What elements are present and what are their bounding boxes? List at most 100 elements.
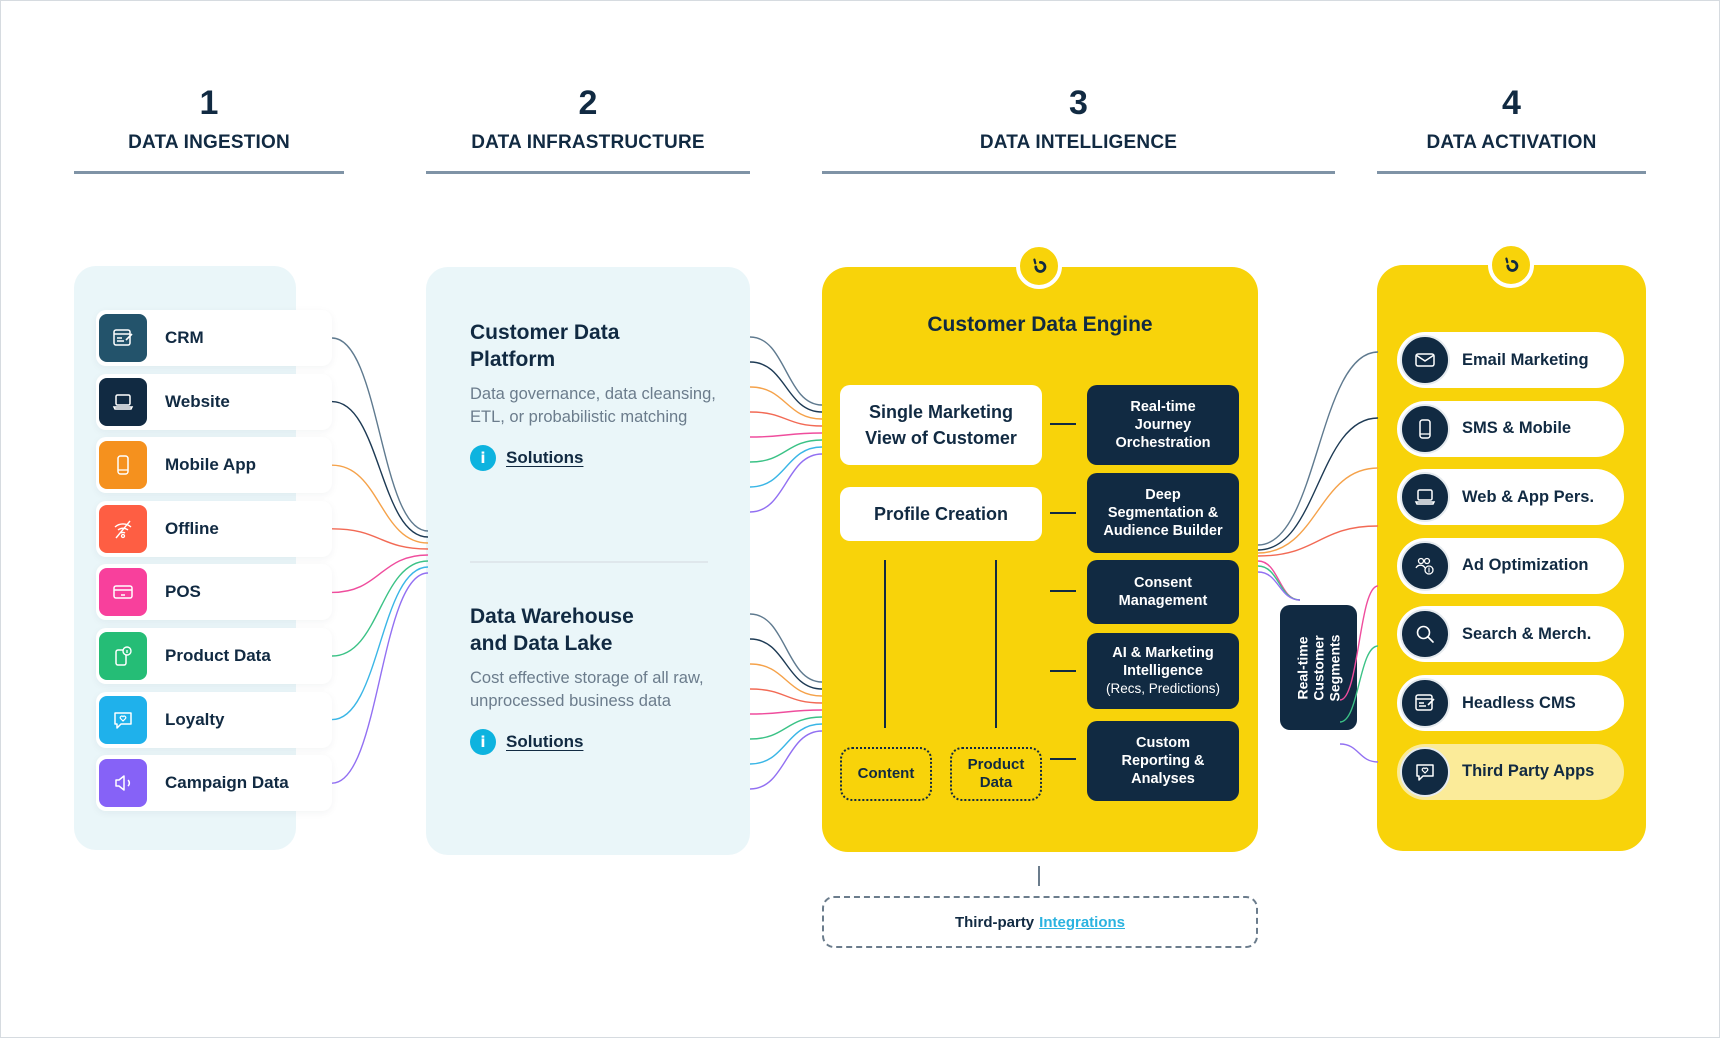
channel-item-third-party-apps[interactable]: Third Party Apps <box>1397 743 1624 800</box>
capability-box: Consent Management <box>1087 560 1239 624</box>
cms-edit-icon <box>1400 678 1450 728</box>
step-title: DATA INFRASTRUCTURE <box>471 132 705 153</box>
capability-line: Reporting & <box>1121 753 1205 769</box>
megaphone-icon <box>99 759 147 808</box>
channel-label: Third Party Apps <box>1462 762 1595 781</box>
profile-creation-box: Profile Creation <box>840 487 1042 541</box>
third-party-label: Third-party <box>954 913 1035 931</box>
box-line: Product <box>967 756 1025 773</box>
segments-line: Segments <box>1326 634 1343 701</box>
header-rule <box>426 171 750 174</box>
source-label: Campaign Data <box>165 773 289 793</box>
warehouse-title-line: Data Warehouse <box>470 605 634 628</box>
source-label: Product Data <box>165 646 271 665</box>
source-item-website[interactable]: Website <box>96 373 332 430</box>
source-item-loyalty[interactable]: Loyalty <box>96 691 332 748</box>
header-rule <box>822 171 1335 174</box>
capability-line: Custom <box>1136 735 1190 751</box>
channel-item-email-marketing[interactable]: Email Marketing <box>1397 332 1624 388</box>
warehouse-solutions-link-row[interactable]: i Solutions <box>470 729 720 755</box>
integrations-link[interactable]: Integrations <box>1039 914 1125 931</box>
capability-line: Intelligence <box>1123 663 1203 679</box>
third-party-integrations-box: Third-party Integrations <box>822 896 1258 948</box>
source-label: Website <box>165 391 230 411</box>
capability-line: Orchestration <box>1115 435 1211 451</box>
cdp-solutions-link[interactable]: Solutions <box>506 448 583 468</box>
brand-badge-logo-icon <box>1016 243 1062 289</box>
capability-box: AI & Marketing Intelligence (Recs, Predict… <box>1087 633 1239 709</box>
content-box: Content <box>840 747 932 801</box>
segments-line: Customer <box>1310 634 1327 701</box>
warehouse-solutions-link[interactable]: Solutions <box>506 732 583 752</box>
capability-line: Analyses <box>1131 771 1195 787</box>
laptop-icon <box>99 377 147 426</box>
warehouse-title-line: and Data Lake <box>470 632 613 655</box>
cdp-solutions-link-row[interactable]: i Solutions <box>470 445 720 471</box>
connector-line <box>1050 758 1076 760</box>
header-rule <box>1377 171 1646 174</box>
source-item-campaign-data[interactable]: Campaign Data <box>96 755 332 812</box>
credit-card-icon <box>99 568 147 617</box>
channel-item-search-merch[interactable]: Search & Merch. <box>1397 606 1624 663</box>
channel-label: SMS & Mobile <box>1462 419 1572 438</box>
step-number: 4 <box>1502 84 1521 122</box>
step-number: 3 <box>1069 84 1088 122</box>
warehouse-block: Data Warehouse and Data Lake Cost effect… <box>470 603 720 755</box>
connector-line <box>1050 512 1076 514</box>
capability-line: Audience Builder <box>1103 523 1223 539</box>
crm-edit-icon <box>99 314 147 362</box>
product-data-box: Product Data <box>950 747 1042 801</box>
product-info-icon <box>99 632 147 680</box>
connector-line <box>995 560 997 728</box>
step-number: 2 <box>578 84 598 122</box>
column-header-intelligence: 3 DATA INTELLIGENCE <box>822 82 1335 174</box>
channel-item-sms-mobile[interactable]: SMS & Mobile <box>1397 400 1624 457</box>
source-item-mobile-app[interactable]: Mobile App <box>96 437 332 494</box>
capability-line: Management <box>1118 593 1208 609</box>
channel-item-ad-optimization[interactable]: Ad Optimization <box>1397 537 1624 594</box>
source-label: POS <box>165 582 201 602</box>
cdp-description: Data governance, data cleansing, ETL, or… <box>470 385 716 426</box>
channel-item-web-app-pers[interactable]: Web & App Pers. <box>1397 469 1624 526</box>
source-item-product-data[interactable]: Product Data <box>96 628 332 684</box>
step-title: DATA ACTIVATION <box>1426 132 1597 153</box>
infrastructure-panel: Customer Data Platform Data governance, … <box>426 267 750 855</box>
capability-line: Deep <box>1145 487 1181 503</box>
info-icon: i <box>470 445 496 471</box>
channel-label: Search & Merch. <box>1462 624 1592 643</box>
users-dollar-icon <box>1400 540 1450 591</box>
source-item-crm[interactable]: CRM <box>96 310 332 366</box>
heart-chat-icon <box>99 695 147 744</box>
step-number: 1 <box>199 84 219 122</box>
segments-label: Real-time Customer Segments <box>1294 634 1342 701</box>
connector-line <box>1050 590 1076 592</box>
column-header-activation: 4 DATA ACTIVATION <box>1377 82 1646 174</box>
capability-subtitle: (Recs, Predictions) <box>1105 681 1221 696</box>
cdp-title-line: Customer Data <box>470 321 620 344</box>
source-item-offline[interactable]: Offline <box>96 500 332 557</box>
mobile-phone-icon <box>99 441 147 490</box>
wifi-off-icon <box>99 504 147 553</box>
channel-item-headless-cms[interactable]: Headless CMS <box>1397 675 1624 731</box>
info-icon: i <box>470 729 496 755</box>
capability-line: Journey <box>1134 417 1192 433</box>
customer-data-engine-panel: Customer Data Engine Single Marketing Vi… <box>822 267 1258 852</box>
header-rule <box>74 171 344 174</box>
capability-line: Real-time <box>1130 399 1196 415</box>
channel-label: Web & App Pers. <box>1462 487 1595 506</box>
capability-line: AI & Marketing <box>1112 645 1214 661</box>
source-item-pos[interactable]: POS <box>96 564 332 621</box>
connector-line <box>1050 670 1076 672</box>
connector-line <box>884 560 886 728</box>
heart-chat-icon <box>1400 746 1450 797</box>
engine-title: Customer Data Engine <box>927 313 1153 336</box>
channel-label: Ad Optimization <box>1462 556 1589 575</box>
column-header-ingestion: 1 DATA INGESTION <box>74 82 344 174</box>
channel-label: Headless CMS <box>1462 693 1576 712</box>
box-line: View of Customer <box>865 428 1017 448</box>
search-icon <box>1400 609 1450 660</box>
envelope-icon <box>1400 335 1450 385</box>
section-divider <box>470 561 708 563</box>
realtime-customer-segments-box: Real-time Customer Segments <box>1280 605 1357 730</box>
source-label: Mobile App <box>165 455 256 475</box>
